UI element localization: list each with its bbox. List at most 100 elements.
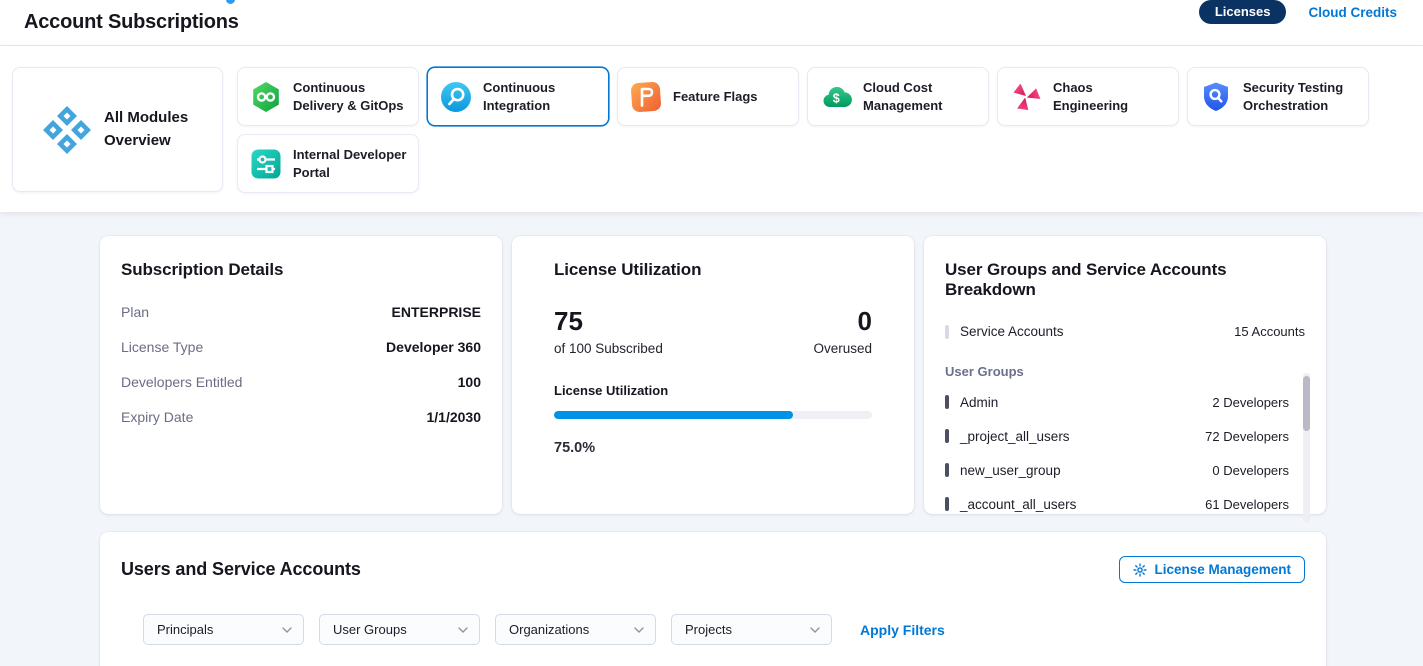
service-accounts-value: 15 Accounts xyxy=(1234,324,1305,339)
licenses-tab[interactable]: Licenses xyxy=(1199,0,1287,24)
security-testing-icon xyxy=(1200,81,1232,113)
detail-row: Developers Entitled 100 xyxy=(121,374,481,390)
module-card-cloud-cost[interactable]: $ Cloud Cost Management xyxy=(807,67,989,126)
all-modules-overview-label: All Modules Overview xyxy=(104,107,192,152)
module-card-continuous-integration[interactable]: Continuous Integration xyxy=(427,67,609,126)
chevron-down-icon xyxy=(458,627,468,633)
user-group-tick xyxy=(945,395,949,409)
user-group-tick xyxy=(945,429,949,443)
user-group-row: Admin 2 Developers xyxy=(945,385,1289,419)
utilization-percent: 75.0% xyxy=(554,440,872,456)
user-group-value: 2 Developers xyxy=(1212,395,1289,410)
feature-flags-icon xyxy=(630,81,662,113)
projects-dropdown[interactable]: Projects xyxy=(671,614,832,645)
module-cards: Continuous Delivery & GitOps Continuous … xyxy=(237,67,1371,193)
modules-bar: All Modules Overview Continuous Delivery… xyxy=(0,46,1423,212)
user-group-row: _account_all_users 61 Developers xyxy=(945,487,1289,521)
all-modules-icon xyxy=(43,106,91,154)
module-card-feature-flags[interactable]: Feature Flags xyxy=(617,67,799,126)
module-card-cd-gitops[interactable]: Continuous Delivery & GitOps xyxy=(237,67,419,126)
chaos-engineering-icon xyxy=(1010,81,1042,113)
apply-filters-button[interactable]: Apply Filters xyxy=(860,622,945,638)
chevron-down-icon xyxy=(634,627,644,633)
overused-caption: Overused xyxy=(813,341,872,356)
dropdown-label: Principals xyxy=(157,622,213,637)
detail-value: ENTERPRISE xyxy=(392,304,481,320)
detail-row: License Type Developer 360 xyxy=(121,339,481,355)
user-group-label: _project_all_users xyxy=(960,429,1070,444)
breakdown-scrollbar-track[interactable] xyxy=(1303,373,1310,523)
user-group-row: _project_all_users 72 Developers xyxy=(945,419,1289,453)
header-nav: Licenses Cloud Credits xyxy=(1199,0,1397,24)
overused-count-block: 0 Overused xyxy=(813,308,872,356)
internal-developer-portal-icon xyxy=(250,148,282,180)
module-card-security-testing[interactable]: Security Testing Orchestration xyxy=(1187,67,1369,126)
page-title: Account Subscriptions xyxy=(24,11,239,34)
module-card-internal-developer-portal[interactable]: Internal Developer Portal xyxy=(237,134,419,193)
module-card-label: Continuous Integration xyxy=(483,79,600,114)
user-groups-dropdown[interactable]: User Groups xyxy=(319,614,480,645)
filters-row: Principals User Groups Organizations Pro… xyxy=(143,614,1305,645)
all-modules-overview-card[interactable]: All Modules Overview xyxy=(12,67,223,192)
summary-cards-row: Subscription Details Plan ENTERPRISE Lic… xyxy=(100,236,1423,514)
subscribed-count-block: 75 of 100 Subscribed xyxy=(554,308,663,356)
detail-value: 100 xyxy=(458,374,481,390)
module-card-label: Internal Developer Portal xyxy=(293,146,410,181)
users-and-service-accounts-section: Users and Service Accounts License Manag… xyxy=(100,532,1326,666)
users-section-header: Users and Service Accounts License Manag… xyxy=(121,556,1305,583)
breakdown-scrollbar-thumb[interactable] xyxy=(1303,376,1310,431)
cd-gitops-icon xyxy=(250,81,282,113)
subscribed-count: 75 xyxy=(554,308,663,334)
detail-value: Developer 360 xyxy=(386,339,481,355)
users-section-title: Users and Service Accounts xyxy=(121,559,361,580)
subscription-details-card: Subscription Details Plan ENTERPRISE Lic… xyxy=(100,236,502,514)
user-group-label: new_user_group xyxy=(960,463,1061,478)
detail-label: Developers Entitled xyxy=(121,374,242,390)
service-accounts-tick xyxy=(945,325,949,339)
detail-label: License Type xyxy=(121,339,203,355)
utilization-progress-track xyxy=(554,411,872,419)
user-group-label: _account_all_users xyxy=(960,497,1076,512)
gear-icon xyxy=(1133,563,1147,577)
cloud-credits-tab[interactable]: Cloud Credits xyxy=(1308,5,1397,20)
user-group-tick xyxy=(945,497,949,511)
user-groups-heading: User Groups xyxy=(945,364,1305,379)
subscribed-caption: of 100 Subscribed xyxy=(554,341,663,356)
license-management-label: License Management xyxy=(1154,562,1291,577)
main-content: Subscription Details Plan ENTERPRISE Lic… xyxy=(0,212,1423,666)
utilization-bar-label: License Utilization xyxy=(554,383,872,398)
user-group-value: 0 Developers xyxy=(1212,463,1289,478)
chevron-down-icon xyxy=(282,627,292,633)
svg-text:$: $ xyxy=(833,91,840,105)
service-accounts-label: Service Accounts xyxy=(960,324,1064,339)
license-counts: 75 of 100 Subscribed 0 Overused xyxy=(554,308,872,356)
license-management-button[interactable]: License Management xyxy=(1119,556,1305,583)
module-card-label: Cloud Cost Management xyxy=(863,79,980,114)
user-groups-list: Admin 2 Developers _project_all_users 72… xyxy=(945,385,1305,521)
detail-label: Plan xyxy=(121,304,149,320)
module-card-label: Feature Flags xyxy=(673,88,758,106)
detail-row: Plan ENTERPRISE xyxy=(121,304,481,320)
service-accounts-row: Service Accounts 15 Accounts xyxy=(945,324,1305,339)
detail-label: Expiry Date xyxy=(121,409,193,425)
license-utilization-card: License Utilization 75 of 100 Subscribed… xyxy=(512,236,914,514)
subscription-details-title: Subscription Details xyxy=(121,260,481,280)
detail-row: Expiry Date 1/1/2030 xyxy=(121,409,481,425)
page-header: Account Subscriptions Licenses Cloud Cre… xyxy=(0,0,1423,46)
user-group-value: 61 Developers xyxy=(1205,497,1289,512)
ci-icon xyxy=(440,81,472,113)
license-utilization-title: License Utilization xyxy=(554,260,872,280)
utilization-progress-fill xyxy=(554,411,793,419)
truncated-top-icon xyxy=(226,0,235,4)
overused-count: 0 xyxy=(813,308,872,334)
detail-value: 1/1/2030 xyxy=(427,409,482,425)
dropdown-label: Organizations xyxy=(509,622,589,637)
module-card-chaos-engineering[interactable]: Chaos Engineering xyxy=(997,67,1179,126)
module-card-label: Chaos Engineering xyxy=(1053,79,1170,114)
user-group-value: 72 Developers xyxy=(1205,429,1289,444)
module-card-label: Continuous Delivery & GitOps xyxy=(293,79,410,114)
organizations-dropdown[interactable]: Organizations xyxy=(495,614,656,645)
principals-dropdown[interactable]: Principals xyxy=(143,614,304,645)
cloud-cost-icon: $ xyxy=(820,81,852,113)
dropdown-label: Projects xyxy=(685,622,732,637)
